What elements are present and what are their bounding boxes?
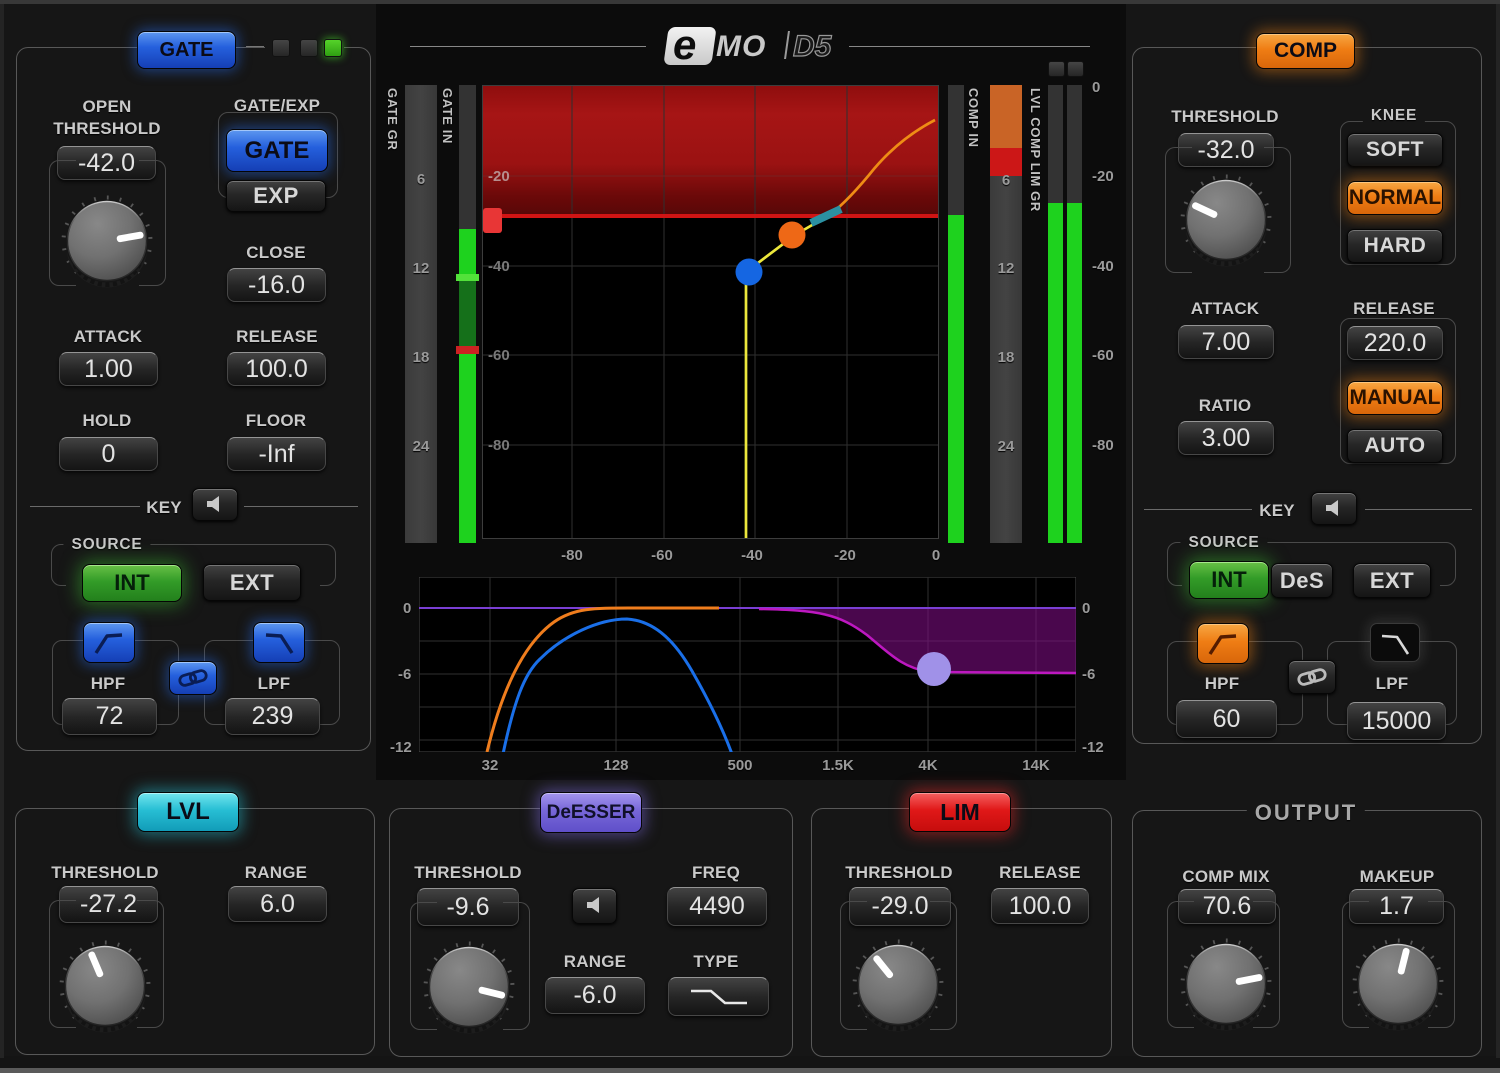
svg-text:-60: -60 (488, 347, 510, 364)
svg-text:-80: -80 (488, 437, 510, 454)
svg-text:-20: -20 (488, 168, 510, 185)
svg-text:-40: -40 (488, 258, 510, 275)
